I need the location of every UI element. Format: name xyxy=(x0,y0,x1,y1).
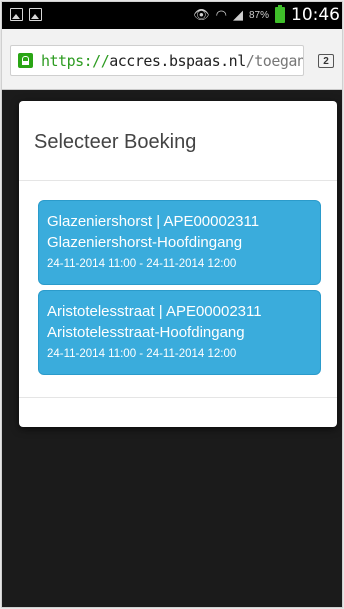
booking-option[interactable]: Aristotelesstraat | APE00002311 Aristote… xyxy=(38,290,321,375)
url-path: /toegang xyxy=(245,51,303,70)
select-booking-dialog: Selecteer Boeking Glazeniershorst | APE0… xyxy=(19,101,337,427)
status-bar: 👁︎ ◠ ◢ 87% 10:46 xyxy=(2,2,342,29)
lock-icon xyxy=(18,53,33,68)
phone-screen: 👁︎ ◠ ◢ 87% 10:46 https:// accres.bspaas.… xyxy=(1,1,343,608)
status-bar-notifications xyxy=(10,8,42,21)
battery-percent: 87% xyxy=(248,9,269,21)
dialog-header: Selecteer Boeking xyxy=(19,101,337,181)
status-bar-system: 👁︎ ◠ ◢ 87% 10:46 xyxy=(193,5,340,25)
clock: 10:46 xyxy=(291,5,340,25)
tabs-button[interactable]: 2 xyxy=(318,54,334,68)
signal-icon: ◢ xyxy=(232,7,243,23)
booking-location: Glazeniershorst | APE00002311 xyxy=(47,213,260,230)
booking-location: Aristotelesstraat | APE00002311 xyxy=(47,303,262,320)
dialog-title: Selecteer Boeking xyxy=(34,131,197,153)
address-bar[interactable]: https:// accres.bspaas.nl /toegang xyxy=(10,45,304,76)
url-protocol: https:// xyxy=(41,51,110,70)
booking-option[interactable]: Glazeniershorst | APE00002311 Glazeniers… xyxy=(38,200,321,285)
booking-time-range: 24-11-2014 11:00 - 24-11-2014 12:00 xyxy=(47,348,237,360)
battery-icon xyxy=(275,5,285,23)
eye-icon: 👁︎ xyxy=(193,7,210,23)
booking-entrance: Glazeniershorst-Hoofdingang xyxy=(47,234,243,251)
booking-entrance: Aristotelesstraat-Hoofdingang xyxy=(47,324,245,341)
browser-toolbar: https:// accres.bspaas.nl /toegang 2 xyxy=(2,29,342,90)
url-host: accres.bspaas.nl xyxy=(109,51,246,70)
gallery-icon xyxy=(29,8,42,21)
dialog-footer-divider xyxy=(19,397,337,398)
wifi-icon: ◠ xyxy=(215,7,227,23)
booking-time-range: 24-11-2014 11:00 - 24-11-2014 12:00 xyxy=(47,258,237,270)
image-icon xyxy=(10,8,23,21)
